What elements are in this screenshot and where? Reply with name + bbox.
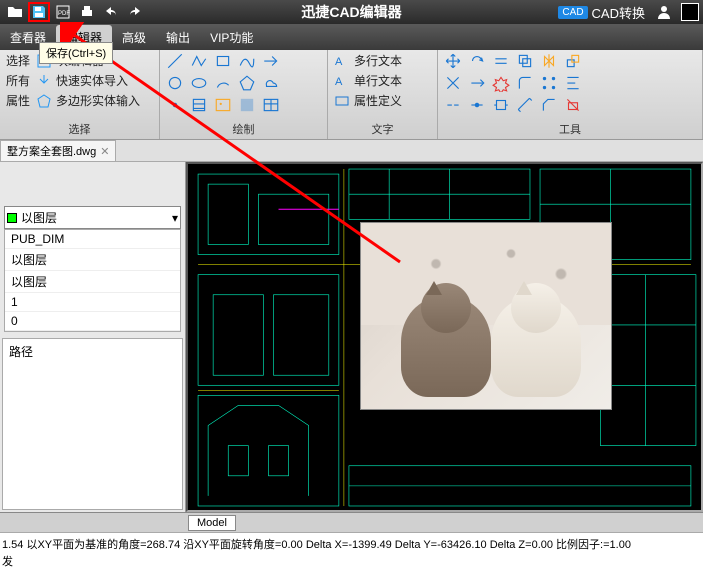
file-tab[interactable]: 墅方案全套图.dwg ✕ <box>0 140 116 161</box>
stretch-icon[interactable] <box>492 96 510 114</box>
polygon-icon[interactable] <box>238 74 256 92</box>
cat-illustration <box>401 297 491 397</box>
list-item[interactable]: 1 <box>5 293 180 312</box>
copy-icon[interactable] <box>516 52 534 70</box>
line-icon[interactable] <box>166 52 184 70</box>
select-all-btn[interactable]: 所有 <box>6 72 30 89</box>
pdf-icon[interactable]: PDF <box>52 2 74 22</box>
attrdef-btn[interactable]: 属性定义 <box>334 92 402 109</box>
mirror-icon[interactable] <box>540 52 558 70</box>
drawing-viewport[interactable] <box>186 162 703 512</box>
status-bar: 1.54 以XY平面为基准的角度=268.74 沿XY平面旋转角度=0.00 D… <box>0 532 703 588</box>
redo-icon[interactable] <box>124 2 146 22</box>
left-panel: 以图层 ▾ PUB_DIM 以图层 以图层 1 0 路径 <box>0 162 186 512</box>
select-btn[interactable]: 选择 <box>6 52 30 69</box>
model-tab[interactable]: Model <box>188 515 236 531</box>
text-btn[interactable]: A单行文本 <box>334 72 402 89</box>
quick-import-btn[interactable]: 快速实体导入 <box>36 72 140 89</box>
draw-tool-grid <box>166 52 282 114</box>
status-line-1: 1.54 以XY平面为基准的角度=268.74 沿XY平面旋转角度=0.00 D… <box>2 537 701 554</box>
tool-grid <box>444 52 584 114</box>
layer-list[interactable]: PUB_DIM 以图层 以图层 1 0 <box>4 229 181 332</box>
image-icon[interactable] <box>214 96 232 114</box>
offset-icon[interactable] <box>492 52 510 70</box>
align-icon[interactable] <box>564 74 582 92</box>
tab-advanced[interactable]: 高级 <box>112 25 156 50</box>
open-icon[interactable] <box>4 2 26 22</box>
circle-icon[interactable] <box>166 74 184 92</box>
explode-icon[interactable] <box>492 74 510 92</box>
close-icon[interactable]: ✕ <box>100 145 109 158</box>
tab-vip[interactable]: VIP功能 <box>200 25 263 50</box>
polygon-input-btn[interactable]: 多边形实体输入 <box>36 92 140 109</box>
path-panel: 路径 <box>2 338 183 510</box>
save-icon[interactable] <box>28 2 50 22</box>
rect-icon[interactable] <box>214 52 232 70</box>
join-icon[interactable] <box>468 96 486 114</box>
list-item[interactable]: 以图层 <box>5 271 180 293</box>
arrow-icon[interactable] <box>262 52 280 70</box>
undo-icon[interactable] <box>100 2 122 22</box>
hatch-icon[interactable] <box>190 96 208 114</box>
app-title: 迅捷CAD编辑器 <box>301 2 401 22</box>
ribbon-group-draw-label: 绘制 <box>166 119 321 137</box>
list-item[interactable]: 以图层 <box>5 249 180 271</box>
ribbon-group-select-label: 选择 <box>6 119 153 137</box>
spline-icon[interactable] <box>238 52 256 70</box>
block-icon[interactable] <box>238 96 256 114</box>
arc-icon[interactable] <box>214 74 232 92</box>
tab-output[interactable]: 输出 <box>156 25 200 50</box>
chamfer-icon[interactable] <box>540 96 558 114</box>
properties-btn[interactable]: 属性 <box>6 92 30 109</box>
file-tab-name: 墅方案全套图.dwg <box>7 143 96 159</box>
print-icon[interactable] <box>76 2 98 22</box>
scale-icon[interactable] <box>564 52 582 70</box>
layer-color-swatch <box>7 213 17 223</box>
list-item[interactable]: PUB_DIM <box>5 230 180 249</box>
polyline-icon[interactable] <box>190 52 208 70</box>
rotate-icon[interactable] <box>468 52 486 70</box>
mtext-btn[interactable]: A多行文本 <box>334 52 402 69</box>
status-line-2: 发 <box>2 554 701 571</box>
measure-icon[interactable] <box>516 96 534 114</box>
cloud-icon[interactable] <box>262 74 280 92</box>
inserted-image[interactable] <box>360 222 612 410</box>
user-icon[interactable] <box>653 2 675 22</box>
main-area: 以图层 ▾ PUB_DIM 以图层 以图层 1 0 路径 <box>0 162 703 512</box>
move-icon[interactable] <box>444 52 462 70</box>
fillet-icon[interactable] <box>516 74 534 92</box>
table-icon[interactable] <box>262 96 280 114</box>
save-tooltip: 保存(Ctrl+S) <box>39 42 113 64</box>
svg-text:PDF: PDF <box>58 11 70 17</box>
extend-icon[interactable] <box>468 74 486 92</box>
ellipse-icon[interactable] <box>190 74 208 92</box>
ribbon-group-text-label: 文字 <box>334 119 431 137</box>
point-icon[interactable] <box>166 96 184 114</box>
titlebar: PDF 迅捷CAD编辑器 CAD CAD转换 <box>0 0 703 24</box>
trim-icon[interactable] <box>444 74 462 92</box>
file-tab-row: 墅方案全套图.dwg ✕ <box>0 140 703 162</box>
cad-badge: CAD <box>558 6 587 19</box>
layout-tab-row: Model <box>0 512 703 532</box>
ribbon-group-tool-label: 工具 <box>444 119 696 137</box>
avatar[interactable] <box>681 3 699 21</box>
list-item[interactable]: 0 <box>5 312 180 331</box>
svg-text:A: A <box>335 56 343 68</box>
layer-combo[interactable]: 以图层 ▾ <box>4 206 181 229</box>
svg-text:A: A <box>335 76 343 88</box>
cad-convert-link[interactable]: CAD转换 <box>592 3 645 22</box>
array-icon[interactable] <box>540 74 558 92</box>
erase-icon[interactable] <box>564 96 582 114</box>
break-icon[interactable] <box>444 96 462 114</box>
cat-illustration <box>491 297 581 397</box>
